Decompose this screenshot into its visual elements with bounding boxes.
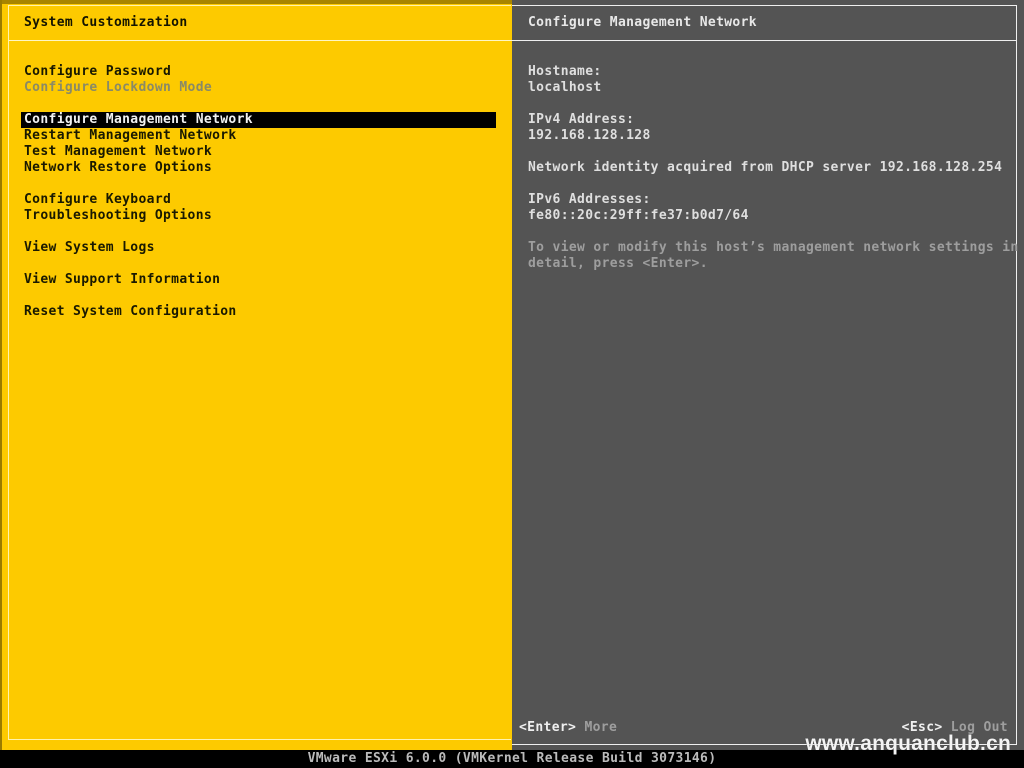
hostname-value: localhost: [528, 80, 602, 95]
enter-key: <Enter>: [519, 720, 577, 735]
watermark-text: www.anquanclub.cn: [805, 732, 1011, 755]
panel-top-edge: [0, 0, 512, 4]
ipv4-label: IPv4 Address:: [528, 112, 635, 127]
menu-item-configure-management-network[interactable]: Configure Management Network: [21, 112, 496, 128]
menu-item-network-restore-options[interactable]: Network Restore Options: [0, 160, 512, 176]
ipv6-value: fe80::20c:29ff:fe37:b0d7/64: [528, 208, 749, 223]
page-title: System Customization: [24, 15, 188, 30]
menu-spacer: [0, 288, 512, 304]
ipv6-label: IPv6 Addresses:: [528, 192, 651, 207]
menu-item-configure-password[interactable]: Configure Password: [0, 64, 512, 80]
detail-panel-title: Configure Management Network: [528, 15, 757, 30]
detail-hint-line1: To view or modify this host’s management…: [528, 240, 1019, 255]
menu-spacer: [0, 96, 512, 112]
hostname-label: Hostname:: [528, 64, 602, 79]
menu-item-troubleshooting-options[interactable]: Troubleshooting Options: [0, 208, 512, 224]
ipv4-value: 192.168.128.128: [528, 128, 651, 143]
menu-item-reset-system-configuration[interactable]: Reset System Configuration: [0, 304, 512, 320]
enter-key-label: More: [584, 720, 618, 735]
menu-item-test-management-network[interactable]: Test Management Network: [0, 144, 512, 160]
title-separator: [512, 40, 1016, 41]
menu-item-restart-management-network[interactable]: Restart Management Network: [0, 128, 512, 144]
network-info: Hostname: localhost IPv4 Address: 192.16…: [528, 64, 1019, 272]
dhcp-notice: Network identity acquired from DHCP serv…: [528, 160, 1003, 175]
menu-spacer: [0, 256, 512, 272]
detail-hint-line2: detail, press <Enter>.: [528, 256, 708, 271]
menu-item-configure-keyboard[interactable]: Configure Keyboard: [0, 192, 512, 208]
esxi-version-text: VMware ESXi 6.0.0 (VMKernel Release Buil…: [307, 751, 717, 766]
menu-item-view-support-information[interactable]: View Support Information: [0, 272, 512, 288]
system-customization-panel: System Customization Configure Password …: [0, 0, 512, 750]
menu-spacer: [0, 224, 512, 240]
management-network-detail-panel: Configure Management Network Hostname: l…: [512, 0, 1024, 750]
menu-item-view-system-logs[interactable]: View System Logs: [0, 240, 512, 256]
main-menu: Configure Password Configure Lockdown Mo…: [0, 64, 512, 320]
menu-item-configure-lockdown-mode: Configure Lockdown Mode: [24, 80, 213, 95]
enter-key-hint: <Enter> More: [519, 720, 617, 736]
title-separator: [9, 40, 512, 41]
menu-spacer: [0, 176, 512, 192]
